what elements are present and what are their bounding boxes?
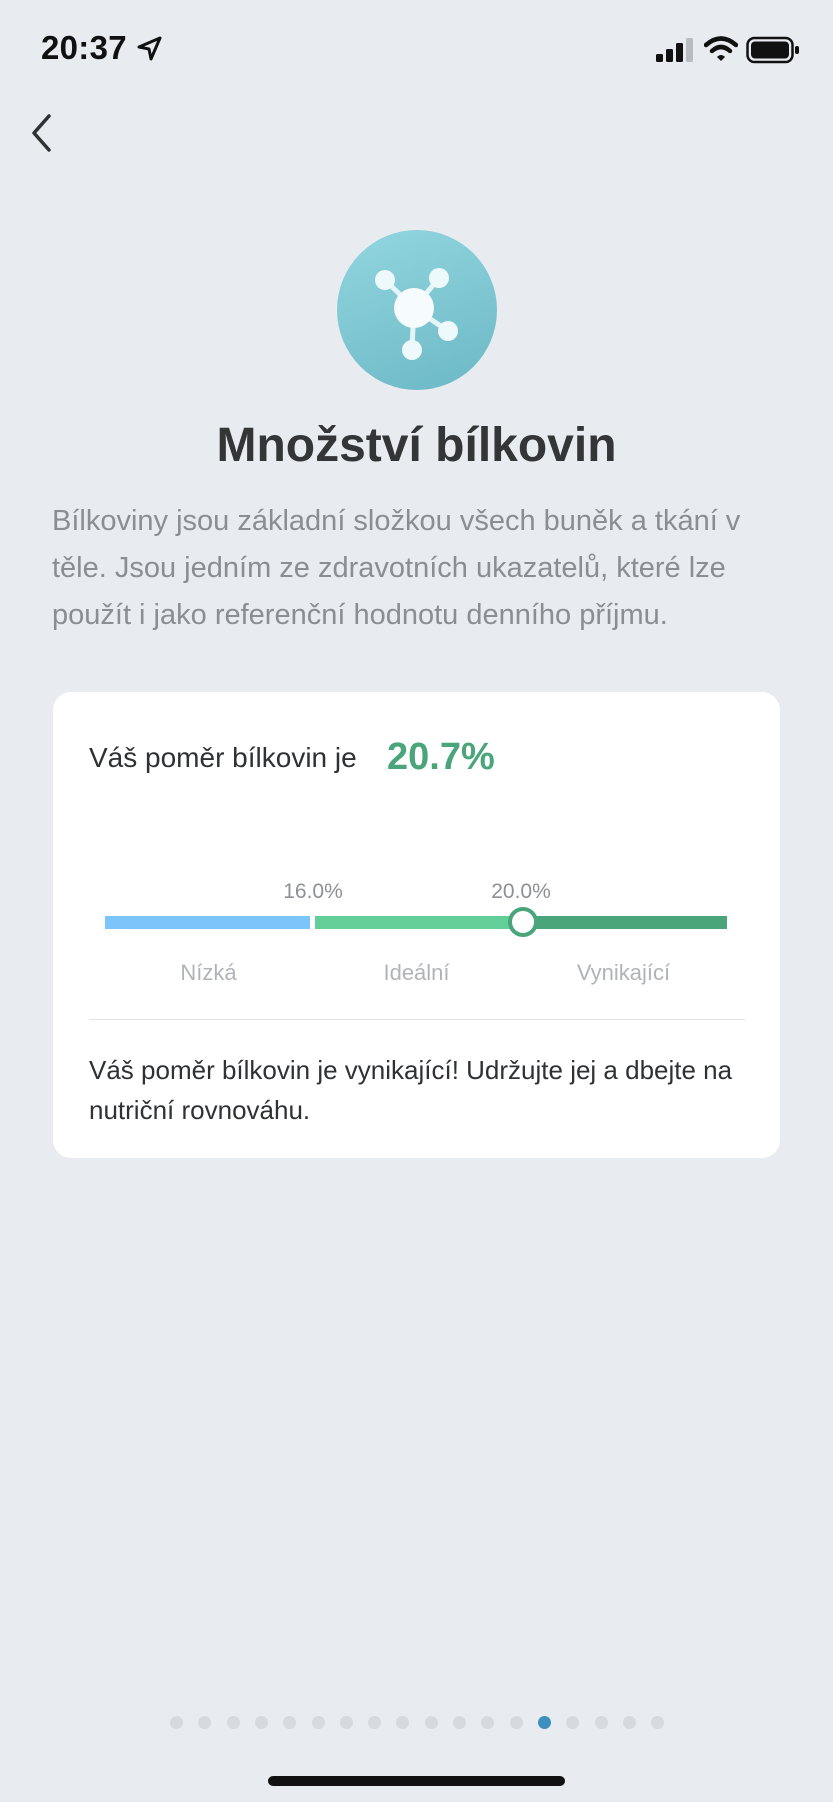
protein-ratio-card: Váš poměr bílkovin je 20.7% 16.0% 20.0% …	[53, 692, 780, 1158]
page-dot[interactable]	[424, 1716, 438, 1729]
page-dot[interactable]	[396, 1716, 410, 1729]
page-dot[interactable]	[226, 1716, 240, 1729]
page-dot[interactable]	[481, 1716, 495, 1729]
page-indicator	[0, 1716, 833, 1730]
ratio-value: 20.7%	[387, 736, 495, 778]
back-button[interactable]	[24, 108, 64, 158]
page-dot[interactable]	[509, 1716, 523, 1729]
page-dot[interactable]	[254, 1716, 268, 1729]
range-bar-ideal	[315, 916, 526, 929]
screen: 20:37 Množství bílkovin Bílkoviny jsou z…	[0, 0, 833, 1802]
page-description: Bílkoviny jsou základní složkou všech bu…	[52, 505, 741, 631]
page-dot[interactable]	[311, 1716, 325, 1729]
status-time: 20:37	[41, 29, 127, 66]
evaluation-message: Váš poměr bílkovin je vynikající! Udržuj…	[89, 1055, 733, 1125]
home-indicator[interactable]	[268, 1776, 565, 1786]
chevron-left-icon	[32, 114, 51, 152]
protein-icon-badge	[337, 230, 497, 390]
page-title: Množství bílkovin	[216, 419, 617, 472]
page-dot[interactable]	[651, 1716, 665, 1729]
current-value-marker	[508, 907, 538, 937]
page-dot-active[interactable]	[537, 1716, 551, 1729]
threshold-low-ideal: 16.0%	[283, 880, 343, 903]
battery-icon	[746, 36, 799, 64]
location-arrow-icon	[137, 36, 162, 61]
page-dot[interactable]	[198, 1716, 212, 1729]
divider	[89, 1019, 745, 1020]
wifi-icon	[704, 36, 738, 61]
page-dot[interactable]	[594, 1716, 608, 1729]
page-dot[interactable]	[283, 1716, 297, 1729]
page-dot[interactable]	[339, 1716, 353, 1729]
threshold-ideal-excellent: 20.0%	[491, 880, 551, 903]
molecule-icon	[375, 268, 458, 360]
range-label-low: Nízká	[180, 960, 237, 985]
range-label-excellent: Vynikající	[576, 960, 671, 985]
page-dot[interactable]	[622, 1716, 636, 1729]
page-dot[interactable]	[566, 1716, 580, 1729]
range-bar-low	[105, 916, 310, 929]
ratio-label: Váš poměr bílkovin je	[89, 742, 357, 773]
range-label-ideal: Ideální	[383, 960, 450, 985]
page-dot[interactable]	[368, 1716, 382, 1729]
page-dot[interactable]	[170, 1716, 183, 1729]
cellular-signal-icon	[656, 38, 693, 62]
range-bar-excellent	[520, 916, 727, 929]
page-dot[interactable]	[453, 1716, 466, 1729]
